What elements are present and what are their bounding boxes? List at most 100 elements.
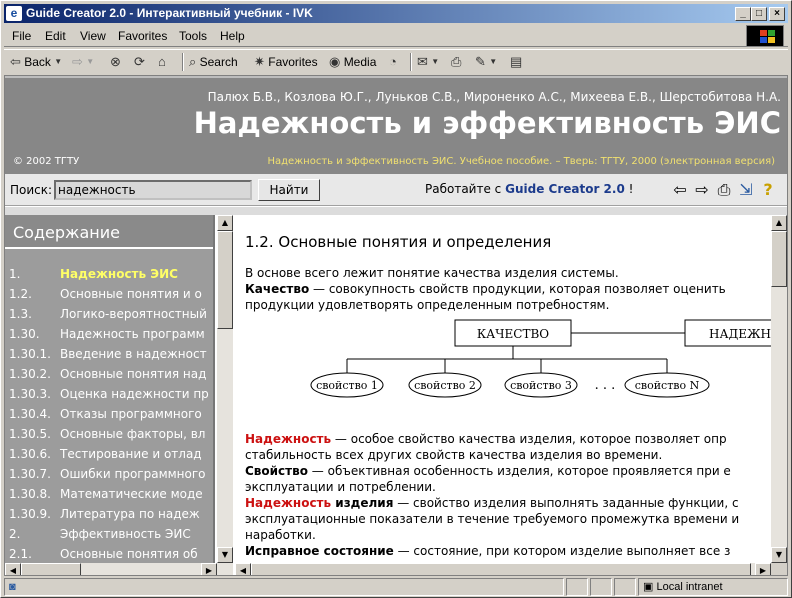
toc-item[interactable]: 1.30.7. Ошибки программного — [5, 465, 213, 485]
toc-item-number: 1.30.9. — [9, 507, 51, 521]
toc-item-label[interactable]: Надежность программ — [60, 327, 205, 341]
home-button[interactable]: ⌂ — [158, 53, 166, 71]
scroll-up-button[interactable]: ▲ — [771, 215, 787, 231]
term-reliability[interactable]: Надежность — [245, 432, 331, 446]
menu-tools[interactable]: Tools — [179, 29, 207, 43]
toc-item[interactable]: 1.30.5. Основные факторы, вл — [5, 425, 213, 445]
edit-button[interactable]: ✎ ▼ — [475, 53, 497, 71]
toc-item-label[interactable]: Ошибки программного — [60, 467, 206, 481]
status-main: ◙ — [4, 578, 564, 596]
term-reliability[interactable]: Надежность — [245, 496, 331, 510]
toc-item[interactable]: 1.2. Основные понятия и о — [5, 285, 213, 305]
scroll-thumb[interactable] — [771, 231, 787, 287]
media-button[interactable]: ◉ Media — [329, 53, 376, 71]
maximize-button[interactable]: □ — [751, 7, 767, 21]
back-button[interactable]: ⇦ Back ▼ — [10, 53, 62, 71]
toc-item[interactable]: 1.30.3. Оценка надежности пр — [5, 385, 213, 405]
discuss-button[interactable]: ▤ — [510, 53, 522, 71]
scroll-right-button[interactable]: ▶ — [755, 563, 771, 575]
toc-item-label[interactable]: Основные понятия над — [60, 367, 206, 381]
print-icon[interactable]: ⎙ — [713, 180, 735, 200]
toc-item-label[interactable]: Оценка надежности пр — [60, 387, 209, 401]
menu-view[interactable]: View — [80, 29, 106, 43]
toc-item[interactable]: 1.30.9. Литература по надеж — [5, 505, 213, 525]
find-button[interactable]: Найти — [258, 179, 320, 201]
zone-label: Local intranet — [656, 581, 723, 593]
forward-button[interactable]: ⇨ ▼ — [72, 53, 94, 71]
toc-item[interactable]: 1.30.1. Введение в надежност — [5, 345, 213, 365]
search-bar: Поиск: надежность Найти Работайте с Guid… — [5, 174, 787, 206]
toc-item-number: 1.30.1. — [9, 347, 51, 361]
favorites-button[interactable]: ✷ Favorites — [254, 53, 318, 71]
toc-item[interactable]: 1.30.6. Тестирование и отлад — [5, 445, 213, 465]
minimize-button[interactable]: _ — [735, 7, 751, 21]
toc-item-label[interactable]: Тестирование и отлад — [60, 447, 202, 461]
search-input[interactable]: надежность — [54, 180, 252, 200]
menu-file[interactable]: File — [12, 29, 31, 43]
toc-item-label[interactable]: Основные понятия и о — [60, 287, 202, 301]
menu-favorites[interactable]: Favorites — [118, 29, 167, 43]
chevron-down-icon: ▼ — [489, 57, 498, 66]
forward-arrow-icon[interactable]: ⇨ — [691, 180, 713, 200]
toc-item[interactable]: 2. Эффективность ЭИС — [5, 525, 213, 545]
toc-item[interactable]: 1.30. Надежность программ — [5, 325, 213, 345]
print-button[interactable]: ⎙ — [451, 53, 461, 71]
back-label: Back — [24, 55, 51, 69]
content-horizontal-scrollbar[interactable]: ◀ ▶ — [235, 563, 771, 575]
toc-horizontal-scrollbar[interactable]: ◀ ▶ — [5, 563, 233, 575]
history-button[interactable]: ◔ — [389, 53, 397, 71]
media-label: Media — [343, 55, 377, 69]
scroll-down-button[interactable]: ▼ — [771, 547, 787, 563]
back-arrow-icon[interactable]: ⇦ — [669, 180, 691, 200]
toc-item[interactable]: 1.3. Логико-вероятностный — [5, 305, 213, 325]
media-icon: ◉ — [329, 54, 341, 69]
close-button[interactable]: × — [769, 7, 785, 21]
toc-item-label[interactable]: Литература по надеж — [60, 507, 200, 521]
content-vertical-scrollbar[interactable]: ▲ ▼ — [771, 215, 787, 563]
toc-item-number: 1.30.7. — [9, 467, 51, 481]
toc-item[interactable]: 2.1. Основные понятия об — [5, 545, 213, 563]
menu-edit[interactable]: Edit — [45, 29, 66, 43]
promo-product-link[interactable]: Guide Creator 2.0 — [505, 182, 625, 196]
toc-item-number: 1.30.6. — [9, 447, 51, 461]
toc-item-label[interactable]: Математические моде — [60, 487, 203, 501]
scroll-left-button[interactable]: ◀ — [235, 563, 251, 575]
toc-item-label[interactable]: Отказы программного — [60, 407, 202, 421]
definition-continuation: эксплуатации и потреблении. — [245, 480, 436, 494]
toc-item[interactable]: 1. Надежность ЭИС — [5, 265, 213, 285]
mail-button[interactable]: ✉ ▼ — [417, 53, 439, 71]
toc-item-number: 1.3. — [9, 307, 32, 321]
toc-item-label[interactable]: Основные понятия об — [60, 547, 198, 561]
toc-item[interactable]: 1.30.2. Основные понятия над — [5, 365, 213, 385]
toc-item-number: 1.30. — [9, 327, 40, 341]
toc-item[interactable]: 1.30.4. Отказы программного — [5, 405, 213, 425]
divider — [5, 207, 787, 215]
toc-item-label[interactable]: Надежность ЭИС — [60, 267, 178, 281]
refresh-icon: ⟳ — [134, 54, 145, 69]
stop-button[interactable]: ⊗ — [110, 53, 121, 71]
ellipsis: . . . — [595, 378, 616, 393]
toc-item-label[interactable]: Логико-вероятностный — [60, 307, 207, 321]
definition-text: — особое свойство качества изделия, кото… — [331, 432, 727, 446]
scroll-right-button[interactable]: ▶ — [201, 563, 217, 575]
help-icon[interactable]: ? — [757, 180, 779, 200]
edit-icon: ✎ — [475, 54, 486, 69]
search-label: Search — [199, 55, 238, 69]
toc-item-label[interactable]: Введение в надежност — [60, 347, 207, 361]
scroll-down-button[interactable]: ▼ — [217, 547, 233, 563]
scroll-thumb[interactable] — [251, 563, 751, 575]
scroll-left-button[interactable]: ◀ — [5, 563, 21, 575]
refresh-button[interactable]: ⟳ — [134, 53, 145, 71]
menu-help[interactable]: Help — [220, 29, 245, 43]
export-icon[interactable]: ⇲ — [735, 180, 757, 200]
toc-vertical-scrollbar[interactable]: ▲ ▼ — [217, 215, 233, 563]
scroll-thumb[interactable] — [217, 231, 233, 329]
toc-item-label[interactable]: Основные факторы, вл — [60, 427, 205, 441]
scroll-thumb[interactable] — [21, 563, 81, 575]
status-cell — [566, 578, 588, 596]
toc-item[interactable]: 1.30.8. Математические моде — [5, 485, 213, 505]
definition-continuation: эксплуатационные показатели в течение тр… — [245, 512, 740, 526]
scroll-up-button[interactable]: ▲ — [217, 215, 233, 231]
toc-item-label[interactable]: Эффективность ЭИС — [60, 527, 191, 541]
search-button[interactable]: ⌕ Search — [189, 53, 238, 71]
